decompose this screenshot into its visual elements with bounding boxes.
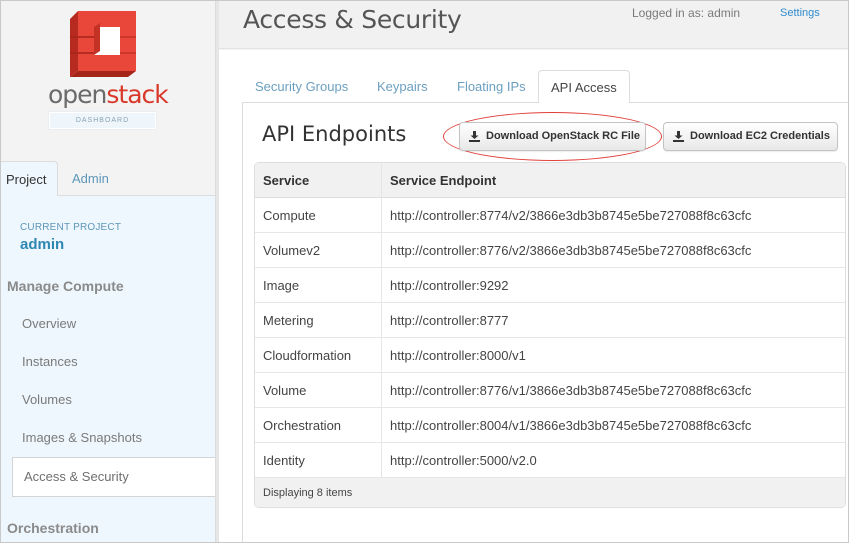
endpoint-cell: http://controller:5000/v2.0 — [382, 443, 845, 478]
service-cell: Cloudformation — [255, 338, 382, 373]
table-row: Volumev2 http://controller:8776/v2/3866e3… — [255, 233, 845, 268]
service-cell: Compute — [255, 198, 382, 233]
download-ec2-credentials-label: Download EC2 Credentials — [690, 130, 830, 142]
endpoint-cell: http://controller:8004/v1/3866e3db3b8745… — [382, 408, 845, 443]
service-cell: Identity — [255, 443, 382, 478]
sidebar-panel: CURRENT PROJECT admin Manage Compute Ove… — [1, 196, 220, 542]
sidebar-item-access-security[interactable]: Access & Security — [12, 457, 220, 497]
table-row: Identity http://controller:5000/v2.0 — [255, 443, 845, 478]
column-header-service[interactable]: Service — [255, 163, 382, 198]
item-count: Displaying 8 items — [255, 478, 845, 507]
service-cell: Image — [255, 268, 382, 303]
service-cell: Volumev2 — [255, 233, 382, 268]
endpoint-cell: http://controller:8000/v1 — [382, 338, 845, 373]
tab-keypairs[interactable]: Keypairs — [377, 70, 428, 103]
service-cell: Metering — [255, 303, 382, 338]
page-title: Access & Security — [243, 5, 462, 34]
page-header: Access & Security Logged in as: admin Se… — [219, 1, 848, 49]
openstack-cube-icon — [70, 11, 136, 77]
download-ec2-credentials-button[interactable]: Download EC2 Credentials — [663, 122, 838, 151]
table-row: Cloudformation http://controller:8000/v1 — [255, 338, 845, 373]
table-row: Volume http://controller:8776/v1/3866e3db… — [255, 373, 845, 408]
openstack-logo[interactable]: openstack DASHBOARD — [48, 9, 169, 129]
sidebar-tabs: Project Admin — [1, 161, 215, 197]
endpoint-cell: http://controller:8776/v1/3866e3db3b8745… — [382, 373, 845, 408]
logo-word-stack: stack — [106, 80, 168, 109]
table-header-row: Service Service Endpoint — [255, 163, 845, 198]
api-endpoints-table: Service Service Endpoint Compute http://c… — [254, 162, 846, 508]
api-access-panel: API Endpoints Download OpenStack RC File — [242, 103, 848, 542]
section-orchestration[interactable]: Orchestration — [7, 520, 99, 536]
current-project-switcher[interactable]: admin — [20, 236, 64, 253]
download-icon — [673, 131, 684, 142]
download-rc-file-button[interactable]: Download OpenStack RC File — [459, 122, 646, 151]
table-row: Metering http://controller:8777 — [255, 303, 845, 338]
column-header-endpoint[interactable]: Service Endpoint — [382, 163, 845, 198]
table-row: Compute http://controller:8774/v2/3866e3d… — [255, 198, 845, 233]
browser-frame: openstack DASHBOARD Project Admin CURREN… — [0, 0, 849, 543]
dashboard-badge: DASHBOARD — [49, 112, 156, 129]
current-project-label: CURRENT PROJECT — [20, 222, 122, 233]
sidebar-item-instances[interactable]: Instances — [22, 354, 78, 369]
tab-security-groups[interactable]: Security Groups — [255, 70, 348, 103]
sidebar-item-images-snapshots[interactable]: Images & Snapshots — [22, 430, 142, 445]
tab-floating-ips[interactable]: Floating IPs — [457, 70, 526, 103]
access-security-tabs: Security Groups Keypairs Floating IPs AP… — [242, 70, 848, 104]
download-rc-file-label: Download OpenStack RC File — [486, 130, 641, 142]
logged-in-user: Logged in as: admin — [632, 6, 741, 20]
sidebar-item-volumes[interactable]: Volumes — [22, 392, 72, 407]
endpoint-cell: http://controller:8774/v2/3866e3db3b8745… — [382, 198, 845, 233]
panel-title: API Endpoints — [262, 122, 407, 146]
service-cell: Volume — [255, 373, 382, 408]
endpoint-cell: http://controller:8777 — [382, 303, 845, 338]
logo-wordmark: openstack — [48, 80, 169, 109]
tab-api-access[interactable]: API Access — [538, 70, 630, 104]
sidebar: openstack DASHBOARD Project Admin CURREN… — [1, 1, 220, 542]
section-manage-compute[interactable]: Manage Compute — [7, 278, 124, 294]
endpoint-cell: http://controller:8776/v2/3866e3db3b8745… — [382, 233, 845, 268]
main-area: Access & Security Logged in as: admin Se… — [219, 1, 848, 542]
settings-link[interactable]: Settings — [780, 7, 820, 19]
endpoint-cell: http://controller:9292 — [382, 268, 845, 303]
table-row: Orchestration http://controller:8004/v1/3… — [255, 408, 845, 443]
download-icon — [469, 131, 480, 142]
logo-word-open: open — [48, 80, 107, 109]
content: Security Groups Keypairs Floating IPs AP… — [219, 50, 848, 542]
service-cell: Orchestration — [255, 408, 382, 443]
sidebar-item-overview[interactable]: Overview — [22, 316, 76, 331]
table-row: Image http://controller:9292 — [255, 268, 845, 303]
sidebar-tab-admin[interactable]: Admin — [67, 161, 114, 196]
sidebar-tab-project[interactable]: Project — [1, 161, 58, 197]
table-footer-row: Displaying 8 items — [255, 478, 845, 507]
